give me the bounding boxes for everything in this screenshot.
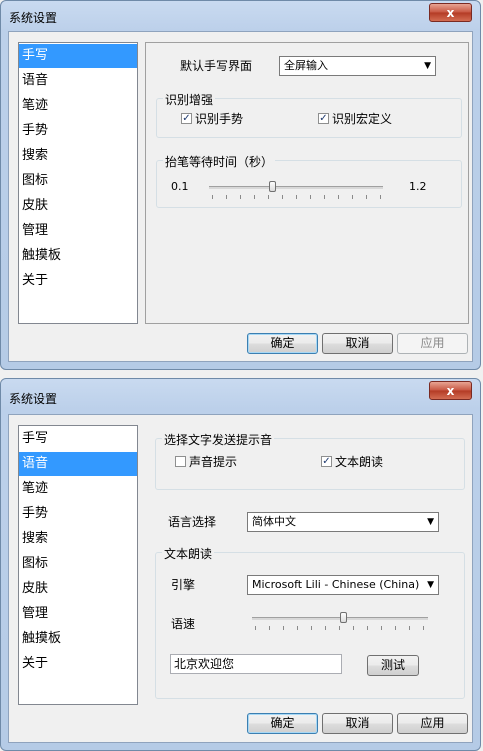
apply-button[interactable]: 应用 [397, 713, 468, 734]
language-value: 简体中文 [252, 515, 296, 528]
macro-checkbox[interactable]: ✓ [318, 113, 329, 124]
engine-value: Microsoft Lili - Chinese (China) [252, 578, 420, 591]
settings-window-handwriting: 系统设置 x 手写 语音 笔迹 手势 搜索 图标 皮肤 管理 触摸板 关于 默认… [0, 0, 481, 370]
wait-min-label: 0.1 [171, 180, 189, 193]
cancel-button[interactable]: 取消 [322, 713, 393, 734]
tts-checkbox[interactable]: ✓ [321, 456, 332, 467]
sidebar-item-manage[interactable]: 管理 [19, 219, 137, 243]
wait-time-slider-thumb[interactable] [269, 181, 276, 192]
default-ui-label: 默认手写界面 [180, 59, 253, 73]
ok-button[interactable]: 确定 [247, 713, 318, 734]
sidebar-item-stroke[interactable]: 笔迹 [19, 94, 137, 118]
window-title: 系统设置 [9, 11, 58, 25]
sidebar-item-icon[interactable]: 图标 [19, 169, 137, 193]
chevron-down-icon: ▼ [427, 580, 434, 590]
sidebar-item-voice[interactable]: 语音 [19, 69, 137, 93]
category-list[interactable]: 手写 语音 笔迹 手势 搜索 图标 皮肤 管理 触摸板 关于 [18, 42, 138, 324]
sidebar-item-about[interactable]: 关于 [19, 652, 137, 676]
sidebar-item-search[interactable]: 搜索 [19, 144, 137, 168]
sidebar-item-voice[interactable]: 语音 [19, 452, 137, 476]
wait-max-label: 1.2 [409, 180, 427, 193]
close-icon[interactable]: x [447, 384, 455, 398]
gesture-checkbox[interactable]: ✓ [181, 113, 192, 124]
tts-group: 文本朗读 引擎 Microsoft Lili - Chinese (China)… [155, 545, 465, 699]
recognition-group: 识别增强 ✓ 识别手势 ✓ 识别宏定义 [156, 91, 462, 138]
speed-slider-ticks [255, 626, 427, 630]
sidebar-item-gesture[interactable]: 手势 [19, 502, 137, 526]
speed-slider-thumb[interactable] [340, 612, 347, 623]
wait-time-slider-track[interactable] [209, 186, 383, 189]
sidebar-item-gesture[interactable]: 手势 [19, 119, 137, 143]
test-button[interactable]: 测试 [367, 655, 419, 676]
cancel-button[interactable]: 取消 [322, 333, 393, 354]
recognition-group-title: 识别增强 [163, 91, 216, 108]
sidebar-item-handwriting[interactable]: 手写 [19, 427, 137, 451]
title-bar[interactable]: 系统设置 x [1, 379, 480, 409]
tts-group-title: 文本朗读 [162, 545, 215, 562]
ok-button[interactable]: 确定 [247, 333, 318, 354]
wait-time-slider-ticks [212, 195, 382, 199]
default-ui-select[interactable]: 全屏输入 ▼ [279, 56, 436, 76]
wait-time-group-title: 抬笔等待时间（秒） [163, 153, 276, 170]
chevron-down-icon: ▼ [424, 61, 431, 71]
engine-select[interactable]: Microsoft Lili - Chinese (China) ▼ [247, 575, 439, 595]
handwriting-panel: 默认手写界面 全屏输入 ▼ 识别增强 ✓ 识别手势 ✓ 识别宏定义 抬笔等待时间… [145, 42, 469, 324]
sidebar-item-search[interactable]: 搜索 [19, 527, 137, 551]
window-title: 系统设置 [9, 392, 58, 406]
sidebar-item-handwriting[interactable]: 手写 [19, 44, 137, 68]
speed-label: 语速 [171, 617, 196, 631]
engine-label: 引擎 [171, 578, 196, 592]
default-ui-value: 全屏输入 [284, 59, 328, 72]
sidebar-item-skin[interactable]: 皮肤 [19, 194, 137, 218]
test-text-input[interactable]: 北京欢迎您 [170, 654, 342, 674]
voice-panel: 选择文字发送提示音 声音提示 ✓ 文本朗读 语言选择 简体中文 ▼ 文本朗读 引… [145, 425, 467, 703]
wait-time-group: 抬笔等待时间（秒） 0.1 1.2 [156, 153, 462, 208]
language-select[interactable]: 简体中文 ▼ [247, 512, 439, 532]
category-list[interactable]: 手写 语音 笔迹 手势 搜索 图标 皮肤 管理 触摸板 关于 [18, 425, 138, 705]
window-client: 手写 语音 笔迹 手势 搜索 图标 皮肤 管理 触摸板 关于 选择文字发送提示音… [8, 414, 473, 743]
close-button[interactable]: x [429, 3, 472, 22]
sidebar-item-skin[interactable]: 皮肤 [19, 577, 137, 601]
apply-button[interactable]: 应用 [397, 333, 468, 354]
sidebar-item-stroke[interactable]: 笔迹 [19, 477, 137, 501]
chevron-down-icon: ▼ [427, 517, 434, 527]
close-icon[interactable]: x [447, 6, 455, 20]
sound-checkbox-label[interactable]: 声音提示 [189, 453, 237, 470]
sound-group: 选择文字发送提示音 声音提示 ✓ 文本朗读 [155, 431, 465, 490]
tts-checkbox-label[interactable]: 文本朗读 [335, 453, 383, 470]
gesture-checkbox-label[interactable]: 识别手势 [195, 110, 243, 127]
macro-checkbox-label[interactable]: 识别宏定义 [332, 110, 392, 127]
settings-window-voice: 系统设置 x 手写 语音 笔迹 手势 搜索 图标 皮肤 管理 触摸板 关于 选择… [0, 378, 481, 751]
language-label: 语言选择 [168, 515, 217, 529]
sound-checkbox[interactable] [175, 456, 186, 467]
window-client: 手写 语音 笔迹 手势 搜索 图标 皮肤 管理 触摸板 关于 默认手写界面 全屏… [8, 31, 473, 362]
sidebar-item-touchpad[interactable]: 触摸板 [19, 627, 137, 651]
sound-group-title: 选择文字发送提示音 [162, 431, 275, 448]
close-button[interactable]: x [429, 381, 472, 400]
sidebar-item-touchpad[interactable]: 触摸板 [19, 244, 137, 268]
sidebar-item-icon[interactable]: 图标 [19, 552, 137, 576]
title-bar[interactable]: 系统设置 x [1, 1, 480, 31]
sidebar-item-manage[interactable]: 管理 [19, 602, 137, 626]
sidebar-item-about[interactable]: 关于 [19, 269, 137, 293]
